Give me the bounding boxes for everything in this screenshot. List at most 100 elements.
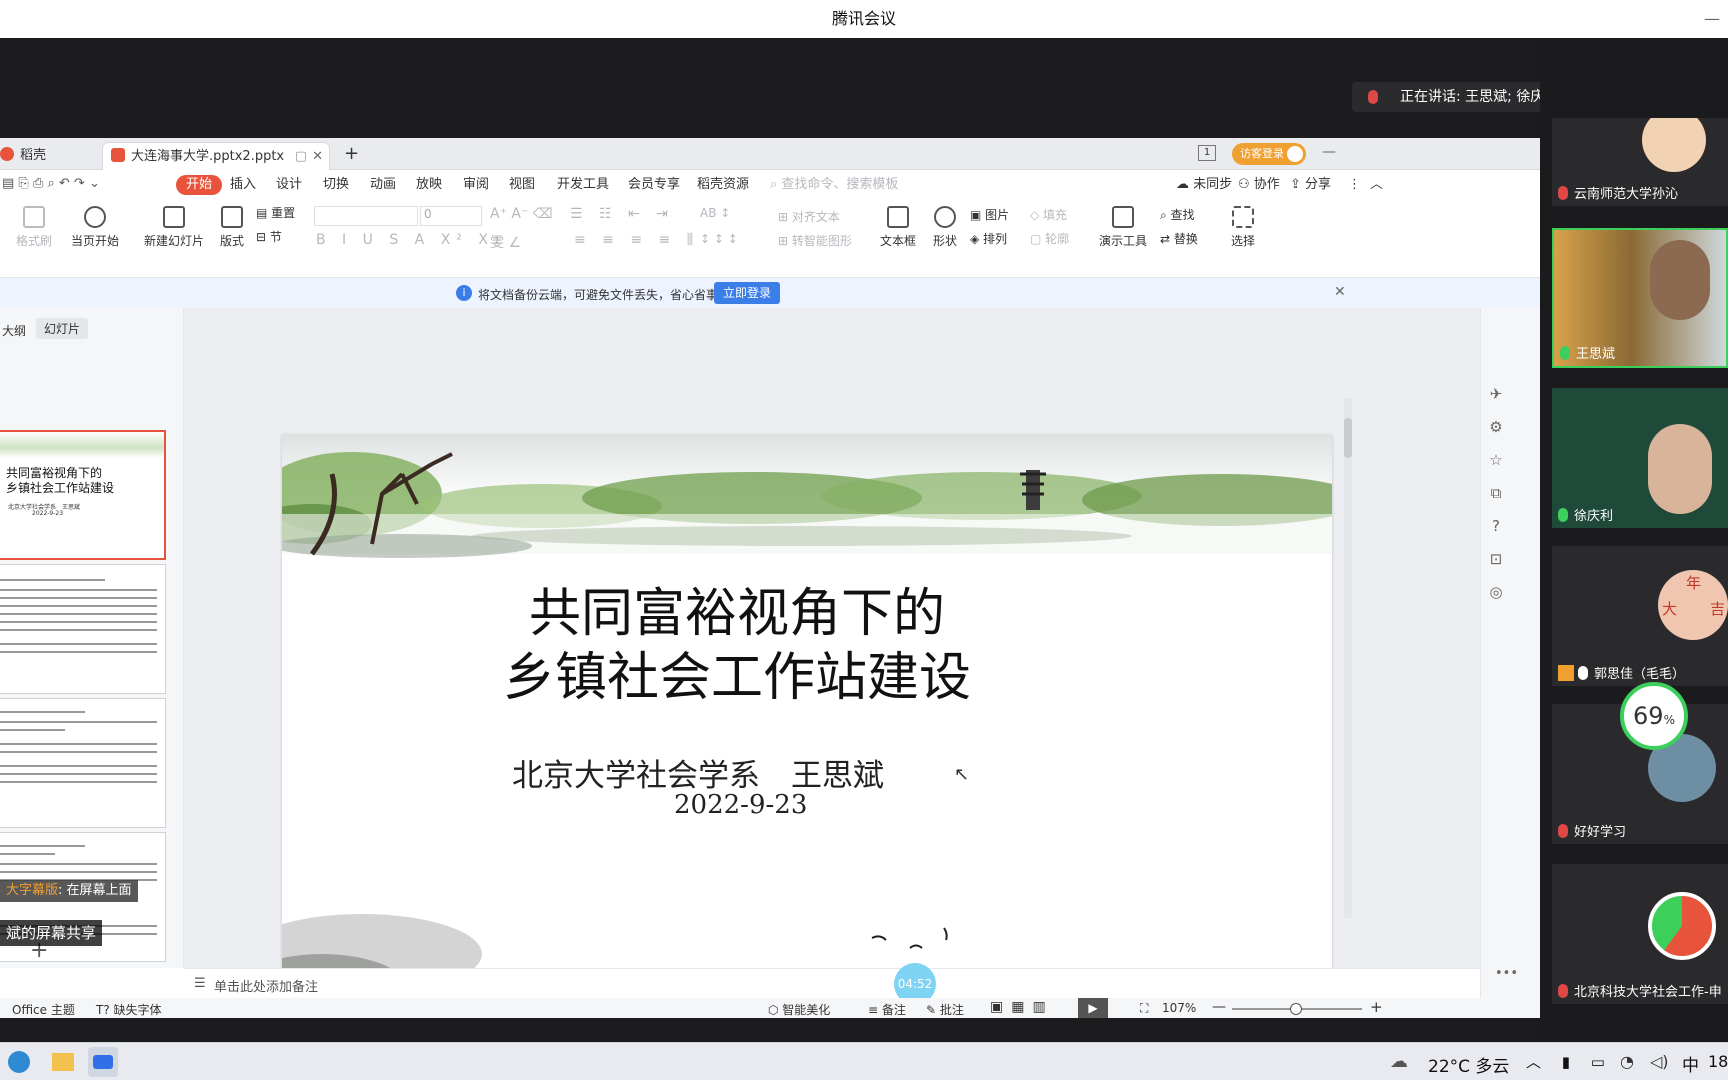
menu-review[interactable]: 审阅 bbox=[457, 175, 495, 195]
picture-button[interactable]: ▣ 图片 bbox=[970, 206, 1009, 223]
collapse-ribbon-icon[interactable]: ︿ bbox=[1364, 175, 1389, 195]
menu-developer[interactable]: 开发工具 bbox=[551, 175, 615, 195]
minimize-wps-icon[interactable]: — bbox=[1322, 144, 1336, 160]
slide-thumbnail-2[interactable] bbox=[0, 564, 166, 694]
edge-icon[interactable] bbox=[8, 1051, 30, 1073]
paragraph-align-buttons[interactable]: ≡ ≡ ≡ ≡ ⫼ bbox=[574, 232, 699, 248]
new-slide-button[interactable]: 新建幻灯片 bbox=[138, 206, 210, 249]
menu-design[interactable]: 设计 bbox=[270, 175, 308, 195]
slide-thumbnail-1[interactable]: 共同富裕视角下的 乡镇社会工作站建设 北京大学社会学系 王思斌 2022-9-23 bbox=[0, 430, 166, 560]
location-icon[interactable]: ◎ bbox=[1481, 576, 1511, 609]
slide-thumbnail-3[interactable] bbox=[0, 698, 166, 828]
font-style-buttons[interactable]: B I U S A X² X₂ bbox=[316, 232, 506, 248]
current-slide[interactable]: 共同富裕视角下的 乡镇社会工作站建设 北京大学社会学系 王思斌 2022-9-2… bbox=[282, 434, 1332, 1018]
clock[interactable]: 18 bbox=[1708, 1052, 1728, 1071]
play-current-button[interactable]: 当页开始 bbox=[64, 206, 126, 249]
zoom-slider[interactable] bbox=[1232, 1003, 1362, 1015]
close-notice-icon[interactable]: ✕ bbox=[1334, 284, 1346, 300]
zoom-level[interactable]: 107% bbox=[1162, 1001, 1196, 1015]
magic-icon[interactable]: ✈ bbox=[1481, 378, 1511, 411]
window-layout-icon[interactable]: 1 bbox=[1198, 145, 1216, 161]
participant-tile[interactable]: 北京科技大学社会工作-申 bbox=[1552, 864, 1728, 1004]
tab-docer[interactable]: 稻壳 bbox=[0, 142, 102, 170]
font-family-select[interactable] bbox=[314, 206, 418, 226]
notes-area[interactable]: ☰ 单击此处添加备注 04:52 bbox=[184, 963, 1480, 1005]
fit-window-icon[interactable]: ⛶ bbox=[1140, 1001, 1148, 1016]
line-spacing-icon[interactable]: ↕ ↕ ↕ bbox=[700, 232, 738, 246]
view-mode-buttons[interactable]: ▣▦▥ bbox=[990, 999, 1054, 1015]
missing-font[interactable]: T? 缺失字体 bbox=[96, 1001, 162, 1018]
ime-indicator[interactable]: 中 bbox=[1682, 1051, 1699, 1076]
beautify-button[interactable]: ⬡ 智能美化 bbox=[768, 1001, 830, 1018]
shape-button[interactable]: 形状 bbox=[928, 206, 962, 249]
slide-date[interactable]: 2022-9-23 bbox=[674, 790, 807, 820]
guest-login-button[interactable]: 访客登录 bbox=[1232, 143, 1306, 165]
tencent-meeting-taskbar-icon[interactable] bbox=[88, 1047, 118, 1077]
find-button[interactable]: ⌕ 查找 bbox=[1160, 206, 1195, 223]
menu-home[interactable]: 开始 bbox=[176, 175, 223, 195]
notes-toggle[interactable]: ≡ 备注 bbox=[868, 1001, 906, 1018]
text-direction-icon[interactable]: AB ↕ bbox=[700, 206, 730, 220]
select-button[interactable]: 选择 bbox=[1226, 206, 1260, 249]
participant-tile-active[interactable]: 王思斌 bbox=[1552, 228, 1728, 368]
share-button[interactable]: ⇪ 分享 bbox=[1284, 175, 1337, 195]
help-icon[interactable]: ? bbox=[1481, 510, 1511, 543]
theme-name[interactable]: Office 主题 bbox=[12, 1001, 75, 1018]
more-dots-icon[interactable]: ••• bbox=[1495, 966, 1518, 981]
tab-document[interactable]: 大连海事大学.pptx2.pptx ▢ ✕ bbox=[102, 142, 330, 170]
menu-member[interactable]: 会员专享 bbox=[622, 175, 686, 195]
replace-button[interactable]: ⇄ 替换 bbox=[1160, 230, 1198, 247]
participant-tile[interactable]: 云南师范大学孙沁 bbox=[1552, 118, 1728, 206]
menu-docer-resources[interactable]: 稻壳资源 bbox=[691, 175, 755, 195]
play-slideshow-button[interactable]: ▶ bbox=[1078, 998, 1108, 1018]
slide-title[interactable]: 共同富裕视角下的 乡镇社会工作站建设 bbox=[282, 582, 1192, 710]
vertical-scrollbar[interactable] bbox=[1344, 398, 1352, 918]
reset-button[interactable]: ▤ 重置 bbox=[256, 204, 304, 221]
slides-tab[interactable]: 幻灯片 bbox=[36, 318, 89, 339]
phonetic-icon[interactable]: 雯 ∠ bbox=[490, 232, 521, 252]
present-tools-button[interactable]: 演示工具 bbox=[1094, 206, 1152, 249]
collaborate-button[interactable]: ⚇ 协作 bbox=[1232, 175, 1286, 195]
format-brush-button[interactable]: 格式刷 bbox=[14, 206, 54, 249]
fill-button[interactable]: ◇ 填充 bbox=[1030, 206, 1067, 223]
align-text-button[interactable]: ⊞ 对齐文本 bbox=[778, 208, 840, 225]
pin-icon[interactable]: ▢ bbox=[295, 143, 307, 171]
file-explorer-icon[interactable] bbox=[52, 1053, 74, 1071]
search-command[interactable]: ⌕ 查找命令、搜索模板 bbox=[764, 175, 904, 195]
wifi-icon[interactable]: ◔ bbox=[1620, 1052, 1634, 1071]
quick-access-toolbar[interactable]: ▤ ⎘ ⎙ ⌕ ↶ ↷ ⌄ bbox=[2, 176, 152, 194]
zoom-slider-handle[interactable] bbox=[1290, 1003, 1302, 1015]
minimize-button[interactable]: — bbox=[1704, 0, 1720, 38]
participant-tile[interactable]: 徐庆利 bbox=[1552, 388, 1728, 528]
properties-icon[interactable]: ⚙ bbox=[1481, 411, 1511, 444]
menu-view[interactable]: 视图 bbox=[503, 175, 541, 195]
participant-tile[interactable]: 年 大 吉 郭思佳（毛毛） bbox=[1552, 546, 1728, 686]
font-size-select[interactable]: 0 bbox=[420, 206, 482, 226]
section-button[interactable]: ⊟ 节 bbox=[256, 228, 304, 245]
login-now-button[interactable]: 立即登录 bbox=[714, 282, 781, 304]
smart-shape-button[interactable]: ⊞ 转智能图形 bbox=[778, 232, 852, 249]
slide-author[interactable]: 北京大学社会学系 王思斌 bbox=[512, 750, 884, 795]
scrollbar-thumb[interactable] bbox=[1344, 418, 1352, 458]
zoom-out-icon[interactable]: — bbox=[1212, 999, 1226, 1015]
backup-icon[interactable]: ⊡ bbox=[1481, 543, 1511, 576]
list-buttons[interactable]: ☰ ☷ ⇤ ⇥ bbox=[570, 206, 674, 222]
layout-button[interactable]: 版式 bbox=[214, 206, 250, 249]
menu-animation[interactable]: 动画 bbox=[364, 175, 402, 195]
arrange-button[interactable]: ◈ 排列 bbox=[970, 230, 1007, 247]
volume-icon[interactable]: ◁) bbox=[1650, 1052, 1669, 1071]
close-tab-icon[interactable]: ✕ bbox=[312, 143, 323, 171]
font-grow-shrink-icons[interactable]: A⁺ A⁻ ⌫ bbox=[490, 206, 553, 222]
outline-tab[interactable]: 大纲 bbox=[2, 322, 26, 339]
sync-status[interactable]: ☁ 未同步 bbox=[1170, 175, 1238, 195]
zoom-in-icon[interactable]: + bbox=[1370, 998, 1383, 1016]
textbox-button[interactable]: 文本框 bbox=[876, 206, 920, 249]
animation-icon[interactable]: ☆ bbox=[1481, 444, 1511, 477]
weather-text[interactable]: 22°C 多云 bbox=[1428, 1052, 1509, 1077]
comments-toggle[interactable]: ✎ 批注 bbox=[926, 1001, 964, 1018]
tray-icons[interactable]: ︿ ▮ ▭ bbox=[1526, 1051, 1613, 1072]
outline-button[interactable]: ▢ 轮廓 bbox=[1030, 230, 1069, 247]
menu-slideshow[interactable]: 放映 bbox=[410, 175, 448, 195]
transition-icon[interactable]: ⧉ bbox=[1481, 477, 1511, 510]
menu-transition[interactable]: 切换 bbox=[317, 175, 355, 195]
